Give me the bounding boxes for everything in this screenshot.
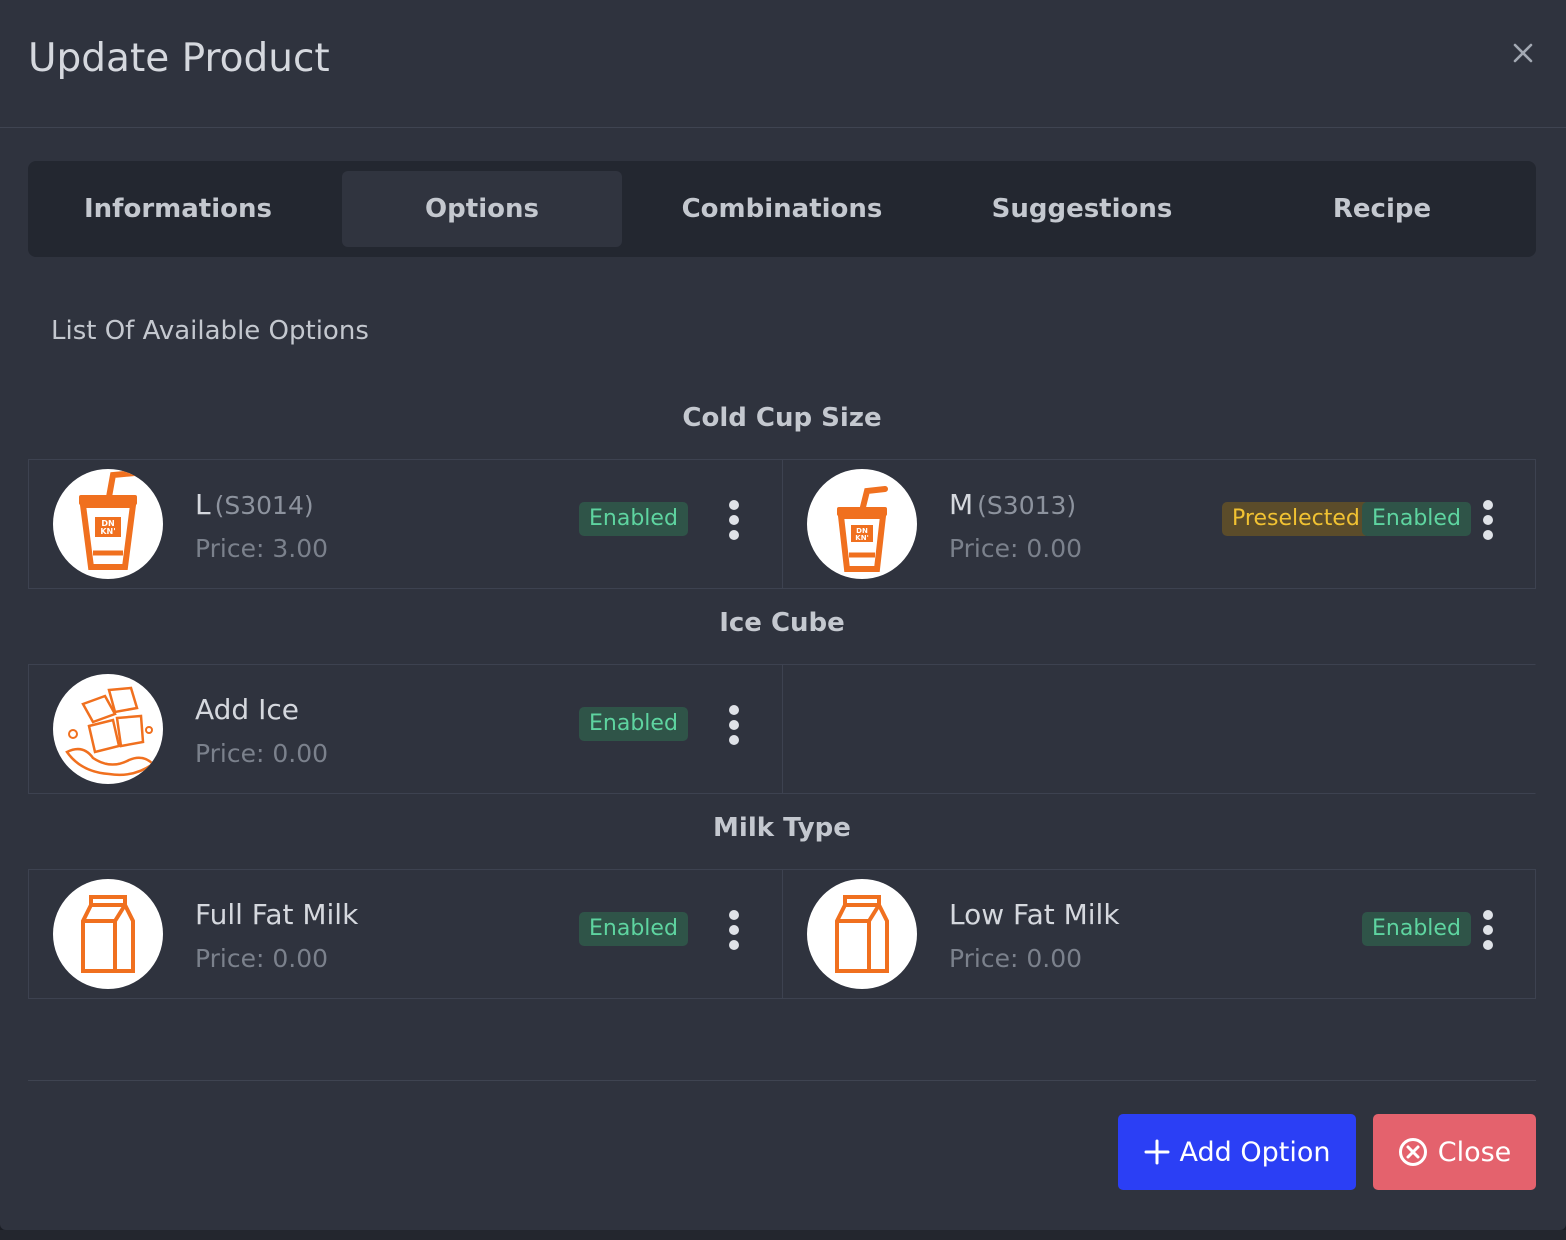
close-x-icon[interactable] xyxy=(1507,40,1539,72)
tab-options[interactable]: Options xyxy=(342,171,622,247)
option-price: Price: 0.00 xyxy=(195,944,329,973)
option-price: Price: 3.00 xyxy=(195,534,329,563)
tab-informations[interactable]: Informations xyxy=(38,171,318,247)
option-code: (S3013) xyxy=(977,491,1077,520)
modal-title: Update Product xyxy=(28,36,330,81)
group-title-ice-cube: Ice Cube xyxy=(719,608,845,638)
row-divider xyxy=(782,665,783,793)
circle-x-icon xyxy=(1398,1137,1428,1167)
close-label: Close xyxy=(1437,1136,1512,1168)
more-options-icon[interactable] xyxy=(724,910,744,950)
option-name: L (S3014) xyxy=(195,488,314,521)
enabled-badge: Enabled xyxy=(1362,502,1471,536)
footer-divider xyxy=(28,1080,1536,1081)
option-card-full-fat-milk: Full Fat Milk Price: 0.00 Enabled xyxy=(29,870,782,998)
option-price: Price: 0.00 xyxy=(949,534,1083,563)
option-name: Low Fat Milk xyxy=(949,898,1120,931)
milk-carton-icon xyxy=(807,879,917,989)
option-row-cold-cup-size: DN KN' L (S3014) Price: 3.00 Enabled DN K… xyxy=(28,459,1536,589)
background-page-strip xyxy=(0,1230,1566,1240)
update-product-modal: Update Product Informations Options Comb… xyxy=(0,0,1566,1230)
tab-suggestions[interactable]: Suggestions xyxy=(942,171,1222,247)
tab-combinations[interactable]: Combinations xyxy=(642,171,922,247)
more-options-icon[interactable] xyxy=(1478,500,1498,540)
option-price: Price: 0.00 xyxy=(195,739,329,768)
milk-carton-icon xyxy=(53,879,163,989)
dunkin-cold-cup-medium-icon: DN KN' xyxy=(807,469,917,579)
plus-icon xyxy=(1144,1139,1170,1165)
group-title-milk-type: Milk Type xyxy=(713,813,851,843)
more-options-icon[interactable] xyxy=(1478,910,1498,950)
svg-text:KN': KN' xyxy=(855,534,868,542)
option-name: Full Fat Milk xyxy=(195,898,359,931)
tab-recipe[interactable]: Recipe xyxy=(1242,171,1522,247)
dunkin-cold-cup-large-icon: DN KN' xyxy=(53,469,163,579)
tab-bar: Informations Options Combinations Sugges… xyxy=(28,161,1536,257)
group-title-cold-cup-size: Cold Cup Size xyxy=(682,403,882,433)
svg-text:KN': KN' xyxy=(100,527,115,536)
option-row-ice-cube: Add Ice Price: 0.00 Enabled xyxy=(28,664,1536,794)
close-button[interactable]: Close xyxy=(1373,1114,1536,1190)
more-options-icon[interactable] xyxy=(724,500,744,540)
option-code: (S3014) xyxy=(214,491,314,520)
option-name: M (S3013) xyxy=(949,488,1077,521)
option-card-l: DN KN' L (S3014) Price: 3.00 Enabled xyxy=(29,460,782,588)
enabled-badge: Enabled xyxy=(579,912,688,946)
preselected-badge: Preselected xyxy=(1222,502,1370,536)
modal-header: Update Product xyxy=(0,0,1566,128)
more-options-icon[interactable] xyxy=(724,705,744,745)
enabled-badge: Enabled xyxy=(579,502,688,536)
option-row-milk-type: Full Fat Milk Price: 0.00 Enabled Low Fa… xyxy=(28,869,1536,999)
option-name: Add Ice xyxy=(195,693,299,726)
option-card-low-fat-milk: Low Fat Milk Price: 0.00 Enabled xyxy=(783,870,1536,998)
add-option-button[interactable]: Add Option xyxy=(1118,1114,1356,1190)
ice-cubes-icon xyxy=(53,674,163,784)
option-card-m: DN KN' M (S3013) Price: 0.00 Preselected … xyxy=(783,460,1536,588)
option-price: Price: 0.00 xyxy=(949,944,1083,973)
option-card-add-ice: Add Ice Price: 0.00 Enabled xyxy=(29,665,782,793)
enabled-badge: Enabled xyxy=(579,707,688,741)
enabled-badge: Enabled xyxy=(1362,912,1471,946)
options-list-heading: List Of Available Options xyxy=(51,316,369,346)
add-option-label: Add Option xyxy=(1179,1136,1331,1168)
